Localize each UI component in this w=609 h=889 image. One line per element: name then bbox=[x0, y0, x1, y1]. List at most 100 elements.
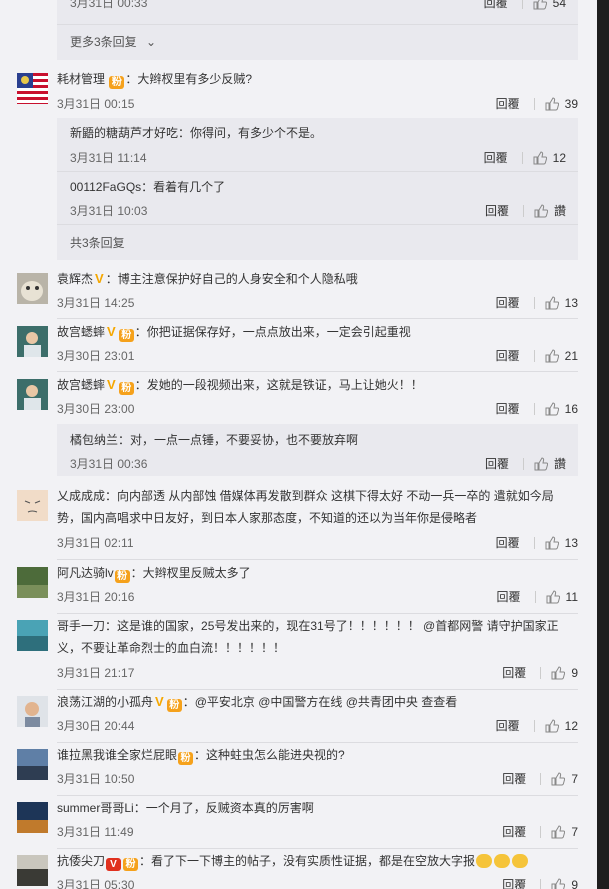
comment-item: 耗材管理 粉：大辫杈里有多少反贼? 3月31日 00:15 回覆 39 新鼯的糖… bbox=[0, 68, 597, 268]
comment-text: ：大辫杈里有多少反贼? bbox=[125, 72, 253, 86]
comment-date: 3月30日 23:00 bbox=[57, 402, 135, 416]
comment-actions: 回覆 13 bbox=[496, 534, 578, 551]
window-scrollbar[interactable] bbox=[597, 0, 609, 889]
divider bbox=[521, 0, 523, 9]
divider bbox=[540, 666, 542, 679]
divider bbox=[57, 613, 578, 614]
username[interactable]: 抗倭尖刀 bbox=[57, 854, 105, 868]
divider bbox=[533, 719, 535, 732]
divider bbox=[522, 204, 524, 217]
like-icon[interactable] bbox=[545, 295, 559, 310]
avatar[interactable] bbox=[17, 855, 48, 886]
comment-actions: 回覆 11 bbox=[497, 588, 578, 605]
sub-reply-date: 3月31日 00:36 bbox=[70, 457, 148, 471]
username[interactable]: 橘包纳兰 bbox=[70, 433, 118, 447]
like-icon[interactable] bbox=[551, 665, 566, 680]
total-replies-link[interactable]: 共3条回复 bbox=[70, 234, 125, 251]
sub-reply-date: 3月31日 11:14 bbox=[70, 151, 147, 165]
like-icon[interactable] bbox=[545, 718, 559, 733]
avatar[interactable] bbox=[17, 379, 48, 410]
sub-reply-box: 橘包纳兰：对，一点一点锤，不要妥协，也不要放弃啊 3月31日 00:36 回覆 … bbox=[57, 424, 578, 476]
username[interactable]: 00112FaGQs bbox=[70, 180, 141, 194]
comment-date: 3月31日 00:15 bbox=[57, 97, 135, 111]
comment-actions: 回覆 7 bbox=[502, 823, 578, 840]
reply-button[interactable]: 回覆 bbox=[484, 149, 508, 166]
reply-button[interactable]: 回覆 bbox=[496, 95, 520, 112]
username[interactable]: summer哥哥Li bbox=[57, 801, 134, 815]
comment-date: 3月31日 21:17 bbox=[57, 666, 135, 680]
avatar[interactable] bbox=[17, 802, 48, 833]
comment-actions: 回覆 13 bbox=[496, 294, 578, 311]
like-count: 21 bbox=[564, 348, 578, 363]
reply-button[interactable]: 回覆 bbox=[502, 664, 526, 681]
divider bbox=[540, 772, 542, 785]
like-icon[interactable] bbox=[545, 535, 559, 550]
laughing-emoji-icon bbox=[494, 854, 511, 868]
reply-button[interactable]: 回覆 bbox=[484, 0, 508, 11]
reply-button[interactable]: 回覆 bbox=[502, 770, 526, 787]
username[interactable]: 耗材管理 bbox=[57, 72, 105, 86]
avatar[interactable] bbox=[17, 620, 48, 651]
like-count: 9 bbox=[571, 877, 578, 889]
avatar[interactable] bbox=[17, 326, 48, 357]
reply-button[interactable]: 回覆 bbox=[502, 876, 526, 889]
comment-item: 抗倭尖刀 V 粉：看了下一下博主的帖子，没有实质性证据，都是在空放大字报 3月31日… bbox=[0, 850, 597, 889]
reply-button[interactable]: 回覆 bbox=[496, 717, 520, 734]
avatar[interactable] bbox=[17, 490, 48, 521]
fan-badge-icon: 粉 bbox=[118, 329, 134, 342]
like-count: 7 bbox=[571, 824, 578, 839]
username[interactable]: 故宫蟋蟀 bbox=[57, 325, 105, 339]
reply-button[interactable]: 回覆 bbox=[496, 347, 520, 364]
like-icon[interactable] bbox=[545, 96, 559, 111]
like-icon[interactable] bbox=[533, 0, 547, 10]
like-icon[interactable] bbox=[533, 150, 547, 165]
username[interactable]: 浪荡江湖的小孤舟 bbox=[57, 695, 153, 709]
reply-button[interactable]: 回覆 bbox=[485, 202, 509, 219]
like-icon[interactable] bbox=[545, 401, 559, 416]
comment-actions: 回覆 39 bbox=[496, 95, 578, 112]
like-icon[interactable] bbox=[551, 824, 566, 839]
username[interactable]: 乂成成成 bbox=[57, 489, 105, 503]
reply-button[interactable]: 回覆 bbox=[485, 455, 509, 472]
comment-date: 3月31日 10:50 bbox=[57, 772, 135, 786]
reply-button[interactable]: 回覆 bbox=[496, 294, 520, 311]
comment-text: ：一个月了，反贼资本真的厉害啊 bbox=[133, 801, 314, 815]
divider bbox=[57, 848, 578, 849]
like-icon[interactable] bbox=[545, 348, 559, 363]
like-icon[interactable] bbox=[546, 589, 560, 604]
comment-actions: 回覆 12 bbox=[496, 717, 578, 734]
username[interactable]: 阿凡达骑lv bbox=[57, 566, 114, 580]
like-icon[interactable] bbox=[534, 456, 548, 471]
like-icon[interactable] bbox=[551, 771, 566, 786]
comment-item: 阿凡达骑lv 粉：大辫杈里反贼太多了 3月31日 20:16 回覆 11 bbox=[0, 562, 597, 615]
avatar[interactable] bbox=[17, 696, 48, 727]
more-replies-link[interactable]: 更多3条回复 ⌄ bbox=[70, 33, 156, 50]
username[interactable]: 袁辉杰 bbox=[57, 272, 93, 286]
like-count: 9 bbox=[571, 665, 578, 680]
comment-date: 3月31日 02:11 bbox=[57, 536, 134, 550]
username[interactable]: 故宫蟋蟀 bbox=[57, 378, 105, 392]
username[interactable]: 谁拉黑我谁全家烂屁眼 bbox=[57, 748, 177, 762]
avatar[interactable] bbox=[17, 749, 48, 780]
username[interactable]: 哥手一刀 bbox=[57, 619, 105, 633]
divider bbox=[57, 224, 578, 225]
username[interactable]: 新鼯的糖葫芦才好吃 bbox=[70, 126, 178, 140]
comment-actions: 回覆 9 bbox=[502, 876, 578, 889]
avatar[interactable] bbox=[17, 73, 48, 104]
comment-item: 哥手一刀：这是谁的国家，25号发出来的，现在31号了！！！！！！ @首都网警 请… bbox=[0, 615, 597, 691]
reply-button[interactable]: 回覆 bbox=[502, 823, 526, 840]
reply-button[interactable]: 回覆 bbox=[496, 400, 520, 417]
fan-badge-icon: 粉 bbox=[109, 76, 125, 89]
reply-button[interactable]: 回覆 bbox=[496, 534, 520, 551]
divider bbox=[57, 24, 578, 25]
comment-date: 3月30日 23:01 bbox=[57, 349, 135, 363]
avatar[interactable] bbox=[17, 567, 48, 598]
like-icon[interactable] bbox=[551, 877, 566, 889]
avatar[interactable] bbox=[17, 273, 48, 304]
divider bbox=[533, 349, 535, 362]
reply-button[interactable]: 回覆 bbox=[497, 588, 521, 605]
vip-icon: V bbox=[107, 324, 116, 339]
like-icon[interactable] bbox=[534, 203, 548, 218]
laughing-emoji-icon bbox=[512, 854, 529, 868]
comment-text: ：博主注意保护好自己的人身安全和个人隐私哦 bbox=[105, 272, 358, 286]
